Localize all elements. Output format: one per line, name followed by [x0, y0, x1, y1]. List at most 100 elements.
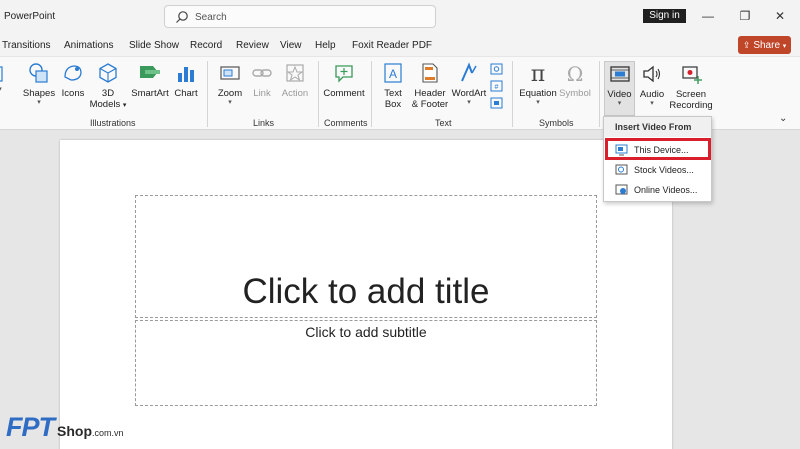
- fptshop-watermark: FPT Shop.com.vn: [6, 412, 124, 443]
- shapes-button[interactable]: Shapes ▾: [22, 61, 56, 107]
- share-button[interactable]: ⇪ Share ▾: [738, 36, 791, 54]
- chart-label: Chart: [174, 88, 198, 99]
- title-placeholder[interactable]: Click to add title: [135, 195, 597, 318]
- chevron-down-icon: ▾: [0, 86, 8, 94]
- collapse-ribbon-icon[interactable]: ⌄: [779, 113, 787, 124]
- restore-icon[interactable]: ❐: [737, 8, 753, 24]
- slide-number-icon[interactable]: #: [490, 79, 504, 92]
- shapes-label: Shapes: [22, 88, 56, 99]
- text-box-icon: A: [384, 63, 402, 83]
- share-icon: ⇪: [743, 40, 751, 50]
- close-icon[interactable]: ✕: [772, 8, 788, 24]
- slide-canvas[interactable]: Click to add title Click to add subtitle: [60, 140, 672, 449]
- text-small-buttons: #: [490, 62, 504, 109]
- tab-record[interactable]: Record: [190, 40, 222, 51]
- group-divider: [207, 61, 208, 127]
- chevron-down-icon: ▾: [467, 99, 471, 106]
- subtitle-placeholder-text: Click to add subtitle: [305, 324, 427, 340]
- title-placeholder-text: Click to add title: [242, 272, 490, 311]
- text-box-label-1: Text: [384, 88, 402, 99]
- partial-control[interactable]: ▾: [0, 61, 8, 94]
- search-icon: [176, 11, 188, 23]
- tab-view[interactable]: View: [280, 40, 302, 51]
- equation-button[interactable]: π Equation ▾: [517, 61, 559, 107]
- action-label: Action: [281, 88, 309, 99]
- sign-in-button[interactable]: Sign in: [643, 9, 686, 23]
- svg-text:π: π: [531, 62, 545, 85]
- chart-icon: [178, 67, 194, 82]
- icons-button[interactable]: Icons: [58, 61, 88, 99]
- tab-animations[interactable]: Animations: [64, 40, 113, 51]
- app-title: PowerPoint: [4, 11, 56, 22]
- action-button[interactable]: Action: [278, 61, 312, 99]
- symbols-group-label: Symbols: [539, 118, 574, 128]
- comment-label: Comment: [323, 88, 365, 99]
- online-video-icon: [615, 184, 628, 195]
- tab-help[interactable]: Help: [315, 40, 336, 51]
- tab-transitions[interactable]: Transitions: [2, 40, 51, 51]
- subtitle-placeholder[interactable]: Click to add subtitle: [135, 320, 597, 406]
- film-icon: [609, 66, 630, 82]
- header-footer-label-1: Header: [414, 88, 446, 99]
- 3d-models-button[interactable]: 3D Models ▾: [88, 61, 128, 111]
- smartart-icon: [140, 66, 160, 78]
- object-icon[interactable]: [490, 96, 504, 109]
- search-box[interactable]: Search: [164, 5, 436, 28]
- minimize-icon[interactable]: —: [700, 8, 716, 24]
- svg-text:Ω: Ω: [567, 62, 584, 85]
- icons-icon: [64, 65, 82, 81]
- chevron-down-icon: ▾: [782, 43, 787, 50]
- screen-recording-button[interactable]: Screen Recording: [668, 62, 714, 111]
- cube-icon: [99, 63, 117, 83]
- audio-label: Audio: [639, 89, 665, 100]
- ribbon-tabs: Transitions Animations Slide Show Record…: [0, 34, 800, 56]
- video-button[interactable]: Video ▾: [604, 62, 635, 108]
- header-footer-icon: [422, 63, 438, 83]
- wordart-label: WordArt: [451, 88, 487, 99]
- zoom-label: Zoom: [217, 88, 243, 99]
- wordart-button[interactable]: WordArt ▾: [450, 61, 488, 107]
- 3d-models-label-1: 3D: [101, 88, 115, 99]
- tab-foxit-reader-pdf[interactable]: Foxit Reader PDF: [352, 40, 432, 51]
- chart-button[interactable]: Chart: [172, 61, 200, 99]
- 3d-models-label-2: Models: [89, 99, 121, 110]
- wordart-icon: [461, 62, 477, 82]
- group-divider: [512, 61, 513, 127]
- smartart-button[interactable]: SmartArt: [129, 61, 171, 99]
- share-label: Share: [753, 40, 781, 51]
- group-divider: [371, 61, 372, 127]
- smartart-label: SmartArt: [131, 88, 169, 99]
- menu-item-online-videos-label: Online Videos...: [634, 185, 698, 195]
- group-divider: [318, 61, 319, 127]
- screen-recording-icon: [682, 66, 702, 84]
- date-time-icon[interactable]: [490, 62, 504, 75]
- zoom-button[interactable]: Zoom ▾: [213, 61, 247, 107]
- chevron-down-icon: ▾: [617, 100, 622, 107]
- watermark-domain: .com.vn: [92, 428, 124, 438]
- link-label: Link: [253, 88, 271, 99]
- text-box-label-2: Box: [384, 99, 402, 110]
- audio-button[interactable]: Audio ▾: [637, 62, 667, 108]
- chevron-down-icon: ▾: [37, 99, 41, 106]
- menu-item-stock-videos[interactable]: Stock Videos...: [613, 162, 709, 178]
- comment-button[interactable]: Comment: [322, 61, 366, 99]
- symbol-label: Symbol: [559, 88, 591, 99]
- omega-icon: Ω: [567, 62, 584, 85]
- menu-item-online-videos[interactable]: Online Videos...: [613, 182, 709, 198]
- watermark-suffix: Shop: [57, 423, 92, 439]
- screen-recording-label-1: Screen: [675, 89, 707, 100]
- header-footer-button[interactable]: Header & Footer: [410, 61, 450, 110]
- tab-review[interactable]: Review: [236, 40, 269, 51]
- illustrations-group-label: Illustrations: [90, 118, 136, 128]
- icons-label: Icons: [61, 88, 85, 99]
- link-button[interactable]: Link: [249, 61, 275, 99]
- stock-video-icon: [615, 164, 628, 175]
- chevron-down-icon: ▾: [122, 102, 127, 109]
- partial-icon: [0, 66, 3, 82]
- menu-item-stock-videos-label: Stock Videos...: [634, 165, 694, 175]
- svg-text:#: #: [495, 84, 499, 91]
- text-box-button[interactable]: A Text Box: [378, 61, 408, 110]
- svg-text:A: A: [389, 67, 397, 81]
- tab-slide-show[interactable]: Slide Show: [129, 40, 179, 51]
- symbol-button[interactable]: Ω Symbol: [557, 61, 593, 99]
